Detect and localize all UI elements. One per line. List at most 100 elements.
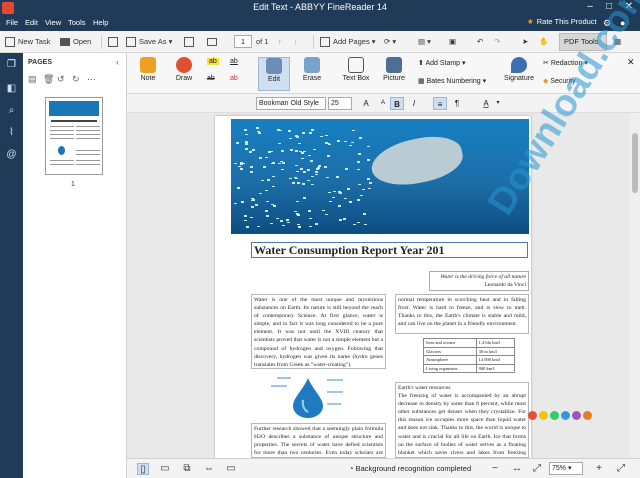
fish-dot: [296, 200, 300, 203]
document-canvas[interactable]: Water Consumption Report Year 201 Water …: [127, 113, 640, 458]
signature-button[interactable]: Signature: [503, 57, 535, 91]
grow-font-icon[interactable]: A: [359, 97, 373, 110]
font-family-select[interactable]: Bookman Old Style: [256, 97, 326, 110]
text-box-button[interactable]: Text Box: [338, 57, 374, 91]
print-icon: [184, 37, 194, 48]
dolphin-photo[interactable]: [231, 119, 529, 234]
rotate-button[interactable]: ⟳ ▾: [384, 35, 396, 49]
font-color-dropdown-icon[interactable]: ▾: [491, 97, 505, 110]
shrink-font-icon[interactable]: A: [376, 97, 390, 110]
fish-dot: [315, 223, 319, 225]
search-icon[interactable]: ⌕: [6, 105, 17, 116]
fish-dot: [249, 216, 253, 219]
continuous-view-icon[interactable]: ⧉: [181, 463, 193, 475]
fish-dot: [266, 215, 270, 217]
delete-page-icon[interactable]: 🗑: [43, 74, 54, 85]
paragraph-left-1[interactable]: Water is one of the most unique and myst…: [251, 294, 386, 369]
collapse-panel-icon[interactable]: ‹: [116, 57, 119, 67]
paperclip-icon[interactable]: @: [6, 149, 17, 160]
menu-view[interactable]: View: [45, 18, 61, 27]
draw-button[interactable]: Draw: [171, 57, 197, 91]
rate-product-button[interactable]: ★ Rate This Product: [527, 17, 597, 26]
undo-icon[interactable]: ↶: [477, 35, 483, 49]
picture-button[interactable]: Picture: [378, 57, 410, 91]
insert-text-icon[interactable]: ab: [230, 75, 238, 82]
menu-help[interactable]: Help: [93, 18, 108, 27]
paragraph-left-2[interactable]: Further research showed that a seemingly…: [251, 423, 386, 458]
two-page-view-icon[interactable]: ▭: [159, 463, 171, 475]
fish-dot: [251, 197, 255, 200]
paragraph-right-1[interactable]: normal temperature in scorching heat and…: [395, 294, 529, 334]
page-number-input[interactable]: 1: [234, 35, 252, 48]
fish-dot: [282, 162, 286, 164]
water-drop-image[interactable]: [293, 378, 323, 418]
menu-file[interactable]: File: [6, 18, 18, 27]
page-thumbnail[interactable]: [45, 97, 103, 175]
watermark-dot: [528, 411, 537, 420]
redo-icon[interactable]: ↷: [494, 35, 500, 49]
pages-panel-icon[interactable]: ❐: [6, 59, 17, 70]
watermark-dot: [572, 411, 581, 420]
add-pages-button[interactable]: Add Pages ▾: [320, 35, 376, 49]
italic-button[interactable]: I: [407, 97, 421, 110]
quote-block[interactable]: Water is the driving force of all nature…: [429, 271, 529, 291]
thumb-line: [50, 138, 74, 139]
fit-width-icon[interactable]: ⇔: [203, 463, 215, 475]
compare-button[interactable]: ▣: [449, 35, 456, 49]
rotate-left-icon[interactable]: ↺: [57, 74, 65, 85]
page-down-icon[interactable]: ↓: [294, 35, 298, 49]
select-tool-icon[interactable]: ➤: [522, 35, 528, 49]
new-task-button[interactable]: New Task: [5, 35, 50, 49]
underline-markup-icon[interactable]: ab: [230, 58, 238, 65]
paragraph-right-2[interactable]: Earth's water resources The freezing of …: [395, 382, 529, 458]
fish-dot: [300, 157, 304, 160]
zoom-select[interactable]: 75% ▾: [549, 462, 583, 475]
zoom-in-icon[interactable]: +: [593, 463, 605, 475]
strikethrough-markup-icon[interactable]: ab: [207, 75, 215, 82]
zoom-out-icon[interactable]: −: [489, 463, 501, 475]
erase-label: Erase: [302, 75, 322, 82]
open-button[interactable]: Open: [60, 35, 91, 49]
recognize-button[interactable]: ▤ ▾: [418, 35, 431, 49]
fish-dot: [308, 154, 312, 157]
align-justify-button[interactable]: ≡: [433, 97, 447, 110]
fit-page-icon[interactable]: ⤢: [531, 463, 543, 475]
font-size-select[interactable]: 25: [328, 97, 352, 110]
fish-dot: [244, 129, 248, 131]
paragraph-button[interactable]: ¶: [450, 97, 464, 110]
single-page-view-icon[interactable]: ▯: [137, 463, 149, 475]
close-ribbon-icon[interactable]: ✕: [627, 57, 635, 68]
save-button[interactable]: [108, 35, 121, 49]
attachment-icon[interactable]: ⌇: [6, 127, 17, 138]
save-as-button[interactable]: Save As ▾: [126, 35, 172, 49]
vertical-scrollbar[interactable]: [630, 113, 640, 458]
bold-button[interactable]: B: [390, 97, 404, 110]
slideshow-icon[interactable]: ▭: [225, 463, 237, 475]
page-settings-icon[interactable]: ▤: [28, 74, 37, 85]
erase-button[interactable]: Erase: [297, 57, 327, 91]
minimize-button[interactable]: –: [581, 1, 599, 12]
email-button[interactable]: [207, 35, 220, 49]
page-up-icon[interactable]: ↑: [278, 35, 282, 49]
rotate-right-icon[interactable]: ↻: [72, 74, 80, 85]
note-button[interactable]: Note: [135, 57, 161, 91]
fit-width-icon[interactable]: ↔: [511, 463, 523, 475]
document-title[interactable]: Water Consumption Report Year 201: [251, 242, 528, 258]
more-options-icon[interactable]: ⋯: [87, 74, 96, 85]
highlight-icon[interactable]: ab: [207, 58, 219, 65]
fullscreen-icon[interactable]: ⤢: [615, 463, 627, 475]
menu-edit[interactable]: Edit: [25, 18, 38, 27]
quote-text: Water is the driving force of all nature: [440, 274, 526, 280]
menu-tools[interactable]: Tools: [68, 18, 86, 27]
fish-dot: [256, 130, 260, 133]
edit-button[interactable]: Edit: [258, 57, 290, 91]
hand-tool-icon[interactable]: ✋: [539, 35, 548, 49]
water-resources-table[interactable]: Seas and oceans 1.4 bln km3 Glaciers 30 m …: [423, 338, 516, 374]
fish-dot: [321, 209, 325, 212]
bates-numbering-button[interactable]: ▦ Bates Numbering ▾: [418, 77, 486, 85]
add-stamp-button[interactable]: ⬆ Add Stamp ▾: [418, 59, 466, 67]
scroll-thumb[interactable]: [632, 133, 638, 193]
print-button[interactable]: [184, 35, 197, 49]
bookmarks-icon[interactable]: ◧: [6, 83, 17, 94]
fish-dot: [265, 210, 269, 212]
